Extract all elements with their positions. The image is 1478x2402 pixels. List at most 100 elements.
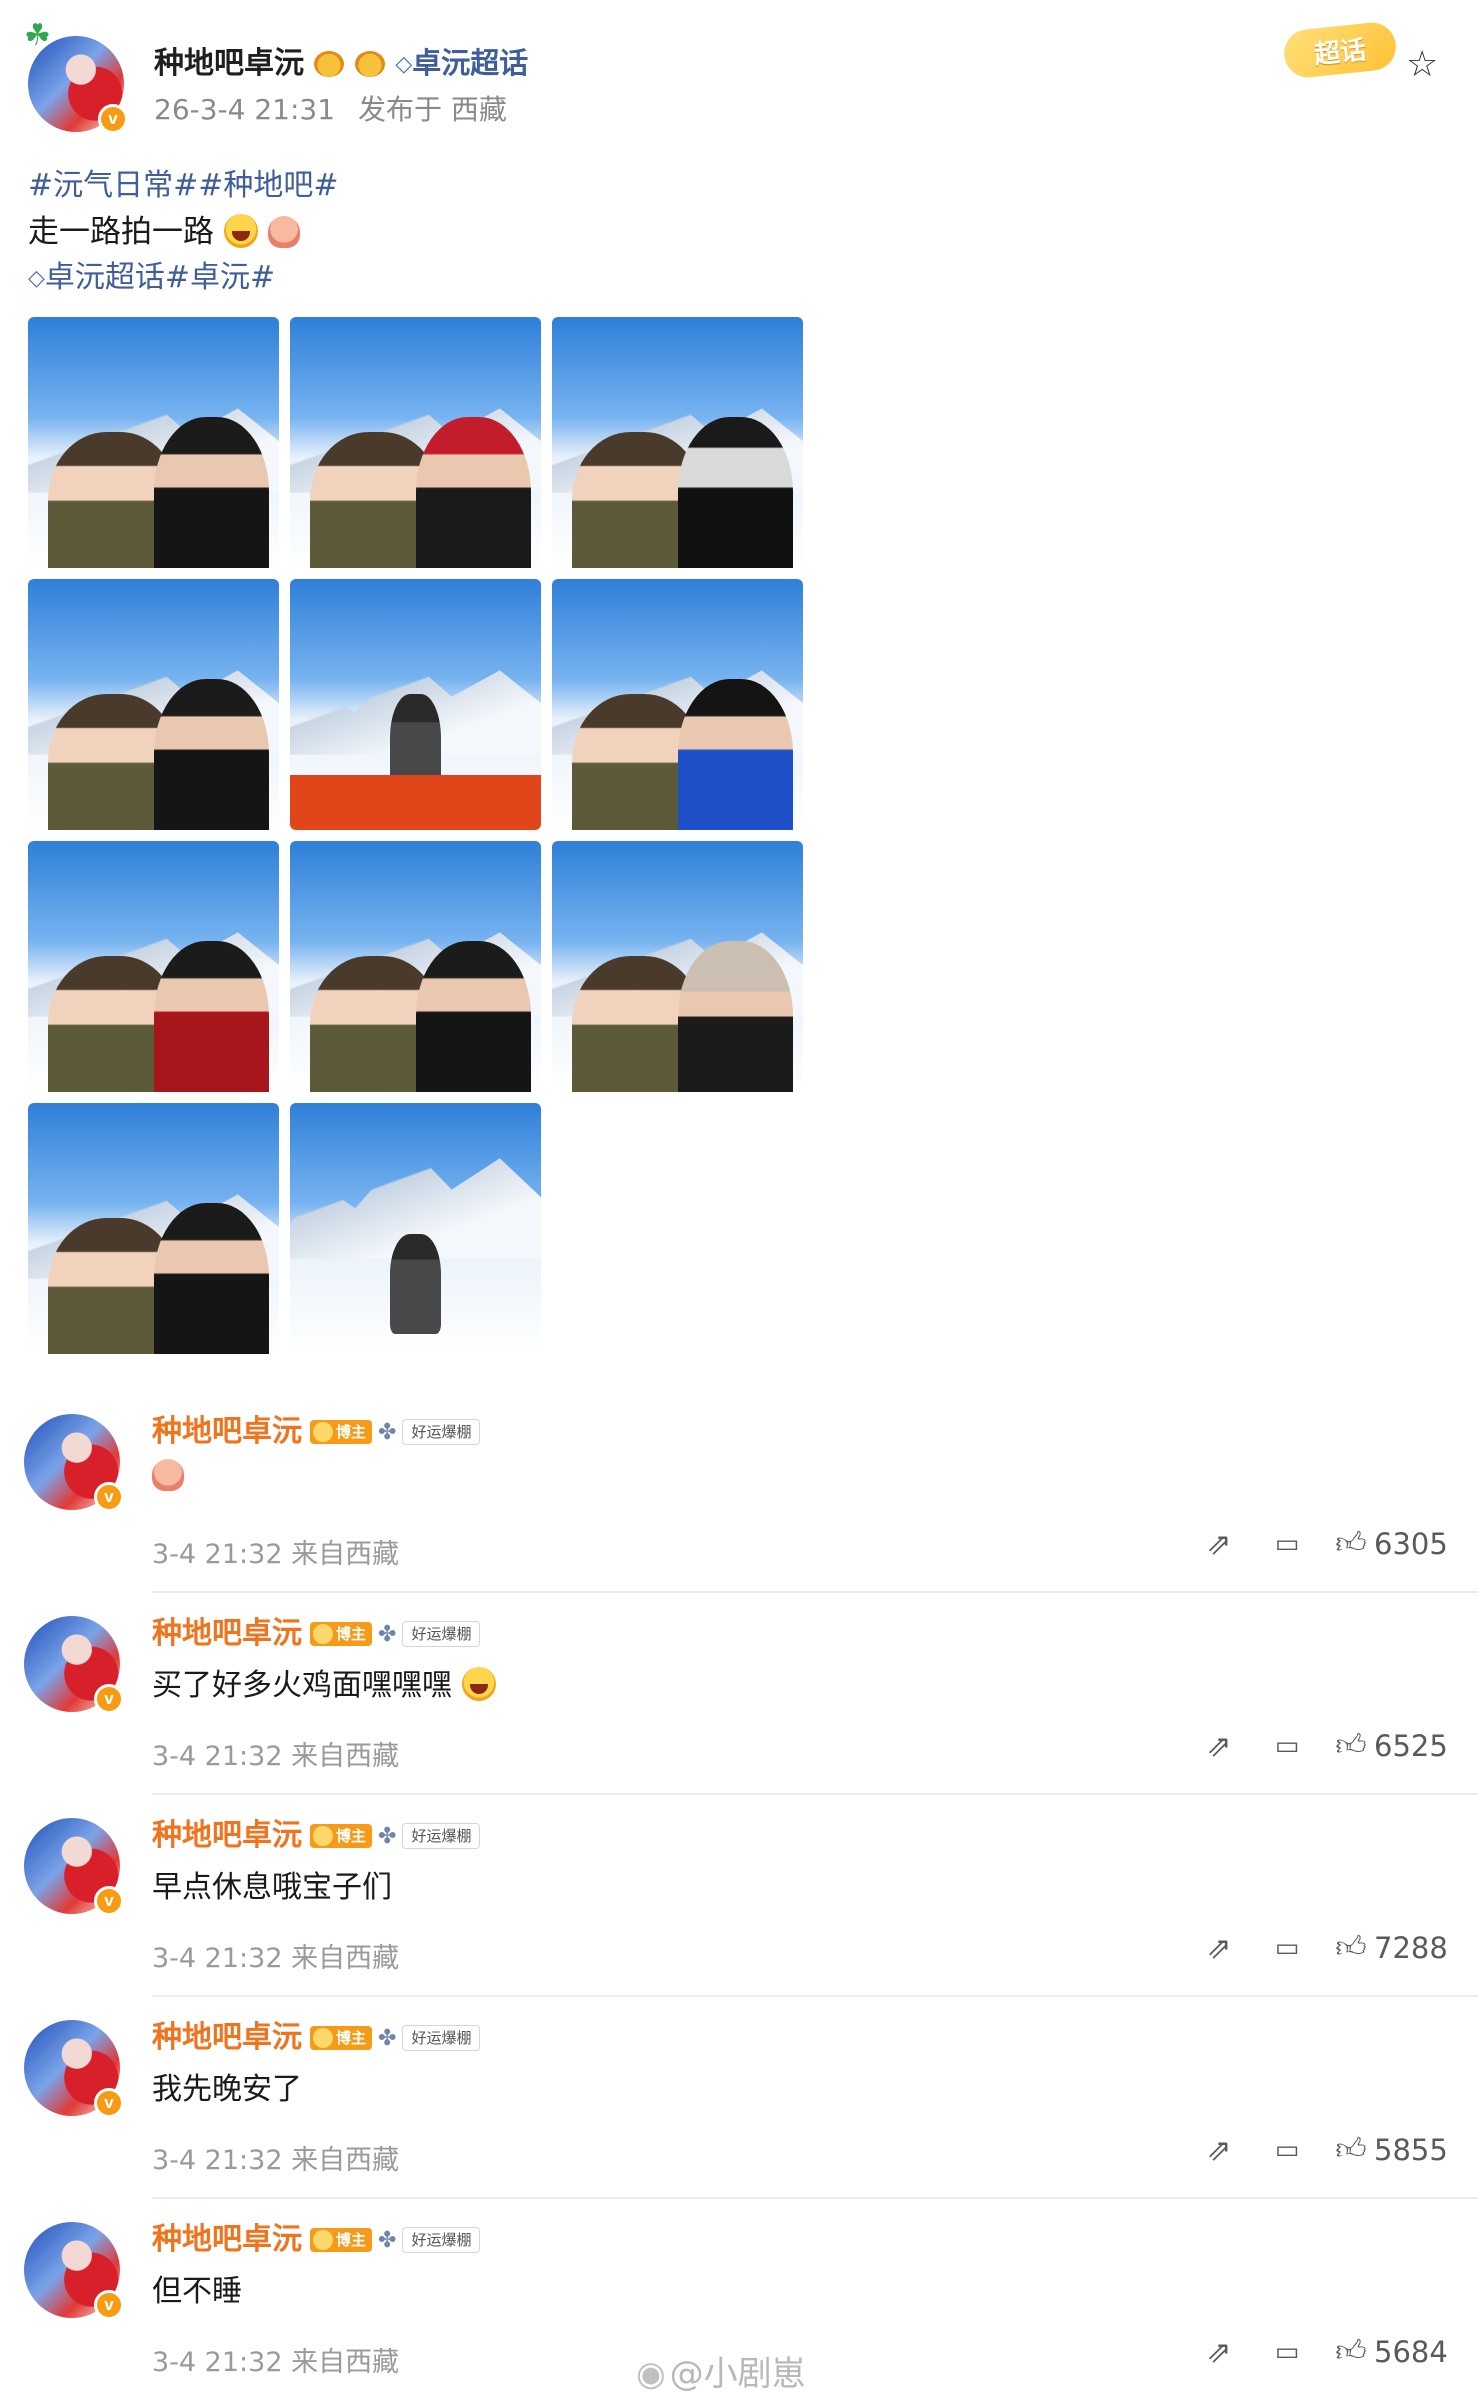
- luck-badge: 好运爆棚: [402, 1621, 481, 1647]
- comment-author-line: 种地吧卓沅 博主 ✤ 好运爆棚: [152, 1406, 481, 1450]
- laugh-emoji-icon: [461, 1667, 496, 1701]
- comment-author-line: 种地吧卓沅 博主 ✤ 好运爆棚: [152, 1608, 481, 1652]
- comment-item: v 种地吧卓沅 博主 ✤ 好运爆棚 3-4 21:32 来自西藏 ⇗ ▭ 👍︎ 630…: [0, 1392, 1478, 1593]
- like-icon[interactable]: 👍︎: [1332, 2334, 1370, 2370]
- like-icon[interactable]: 👍︎: [1332, 1930, 1370, 1966]
- post-topic-line[interactable]: ◇卓沅超话#卓沅#: [28, 252, 275, 296]
- comment-author-name[interactable]: 种地吧卓沅: [152, 1616, 302, 1651]
- super-topic-chip[interactable]: 超话: [1281, 20, 1399, 80]
- comment-text: 早点休息哦宝子们: [152, 1870, 392, 1905]
- comment-actions: ⇗ ▭ 👍︎ 6525: [1196, 1728, 1448, 1764]
- photo-thumbnail-2[interactable]: [290, 317, 541, 568]
- comment-author-name[interactable]: 种地吧卓沅: [152, 1414, 302, 1449]
- comment-author-line: 种地吧卓沅 博主 ✤ 好运爆棚: [152, 2012, 481, 2056]
- octopus-emoji-icon: [267, 216, 300, 248]
- share-icon[interactable]: ⇗: [1196, 1729, 1242, 1764]
- blogger-badge: 博主: [310, 2228, 373, 2252]
- share-icon[interactable]: ⇗: [1196, 2133, 1242, 2168]
- photo-thumbnail-8[interactable]: [290, 841, 541, 1092]
- share-icon[interactable]: ⇗: [1196, 2335, 1242, 2370]
- blogger-badge: 博主: [310, 2026, 373, 2050]
- clover-icon: ✤: [378, 2228, 397, 2253]
- luck-badge: 好运爆棚: [402, 2025, 481, 2051]
- watermark: ◉ @小剧崽: [636, 2346, 806, 2395]
- comment-avatar[interactable]: v: [24, 1818, 124, 1916]
- comment-actions: ⇗ ▭ 👍︎ 7288: [1196, 1930, 1448, 1966]
- comment-location: 来自西藏: [291, 1943, 400, 1974]
- photo-thumbnail-3[interactable]: [552, 317, 803, 568]
- post-time: 26-3-4 21:31: [154, 93, 336, 126]
- comment-author-name[interactable]: 种地吧卓沅: [152, 2222, 302, 2257]
- comment-avatar[interactable]: v: [24, 1414, 124, 1512]
- post-text: 走一路拍一路: [28, 214, 214, 250]
- comment-location: 来自西藏: [291, 1539, 400, 1570]
- comment-avatar[interactable]: v: [24, 2020, 124, 2118]
- post-hashtags[interactable]: #沅气日常##种地吧#: [28, 160, 339, 204]
- comment-meta: 3-4 21:32 来自西藏: [152, 1532, 399, 1571]
- photo-thumbnail-4[interactable]: [28, 579, 279, 830]
- photo-thumbnail-11[interactable]: [290, 1103, 541, 1354]
- comment-actions: ⇗ ▭ 👍︎ 5684: [1196, 2334, 1447, 2370]
- comment-time: 3-4 21:32: [152, 1539, 283, 1570]
- comment-icon[interactable]: ▭: [1264, 2337, 1310, 2367]
- comment-location: 来自西藏: [291, 2347, 400, 2378]
- octopus-emoji-icon: [152, 1459, 184, 1491]
- comment-time: 3-4 21:32: [152, 1741, 283, 1772]
- photo-thumbnail-1[interactable]: [28, 317, 279, 568]
- photo-thumbnail-10[interactable]: [28, 1103, 279, 1354]
- photo-thumbnail-5[interactable]: [290, 579, 541, 830]
- fan-badge-icon: [354, 51, 385, 77]
- comment-author-name[interactable]: 种地吧卓沅: [152, 1818, 302, 1853]
- share-icon[interactable]: ⇗: [1196, 1527, 1242, 1562]
- like-icon[interactable]: 👍︎: [1332, 1728, 1370, 1764]
- clover-icon: ✤: [378, 1824, 397, 1849]
- post-text-line: 走一路拍一路: [28, 206, 300, 251]
- comment-actions: ⇗ ▭ 👍︎ 6305: [1196, 1526, 1447, 1562]
- post-location: 发布于 西藏: [357, 93, 507, 126]
- divider: [152, 1591, 1478, 1593]
- comment-avatar[interactable]: v: [24, 1616, 124, 1714]
- luck-badge: 好运爆棚: [402, 1419, 481, 1445]
- comment-author-line: 种地吧卓沅 博主 ✤ 好运爆棚: [152, 2214, 481, 2258]
- comment-avatar[interactable]: v: [24, 2222, 124, 2320]
- divider: [152, 1995, 1478, 1997]
- comment-location: 来自西藏: [291, 2145, 400, 2176]
- comment-time: 3-4 21:32: [152, 2347, 283, 2378]
- like-icon[interactable]: 👍︎: [1332, 2132, 1370, 2168]
- super-topic-link[interactable]: 卓沅超话: [412, 46, 528, 80]
- comment-icon[interactable]: ▭: [1264, 1933, 1310, 1963]
- comment-time: 3-4 21:32: [152, 1943, 283, 1974]
- comment-text-line: 买了好多火鸡面嘿嘿嘿: [152, 1660, 496, 1704]
- comment-meta: 3-4 21:32 来自西藏: [152, 2340, 399, 2379]
- v-badge-icon: v: [98, 104, 128, 134]
- divider: [152, 1793, 1478, 1795]
- comment-actions: ⇗ ▭ 👍︎ 5855: [1196, 2132, 1448, 2168]
- v-badge-icon: v: [94, 2088, 124, 2118]
- comment-meta: 3-4 21:32 来自西藏: [152, 1734, 399, 1773]
- comment-text: 买了好多火鸡面嘿嘿嘿: [152, 1668, 452, 1703]
- comment-icon[interactable]: ▭: [1264, 1529, 1310, 1559]
- share-icon[interactable]: ⇗: [1196, 1931, 1242, 1966]
- like-count: 7288: [1374, 1931, 1448, 1965]
- v-badge-icon: v: [94, 1886, 124, 1916]
- like-count: 5855: [1374, 2133, 1448, 2167]
- like-count: 6525: [1374, 1729, 1448, 1763]
- star-icon[interactable]: ☆: [1406, 44, 1438, 85]
- photo-thumbnail-6[interactable]: [552, 579, 803, 830]
- clover-icon: ✤: [378, 1622, 397, 1647]
- comment-location: 来自西藏: [291, 1741, 400, 1772]
- photo-thumbnail-7[interactable]: [28, 841, 279, 1092]
- comment-icon[interactable]: ▭: [1264, 2135, 1310, 2165]
- post-author-line: 种地吧卓沅 ◇卓沅超话: [154, 38, 528, 82]
- comment-item: v 种地吧卓沅 博主 ✤ 好运爆棚 早点休息哦宝子们 3-4 21:32 来自西藏 ⇗…: [0, 1796, 1478, 1997]
- post-author-name[interactable]: 种地吧卓沅: [154, 46, 304, 81]
- comment-icon[interactable]: ▭: [1264, 1731, 1310, 1761]
- like-icon[interactable]: 👍︎: [1332, 1526, 1370, 1562]
- comment-author-name[interactable]: 种地吧卓沅: [152, 2020, 302, 2055]
- photo-thumbnail-9[interactable]: [552, 841, 803, 1092]
- clover-icon: ✤: [378, 1420, 397, 1445]
- v-badge-icon: v: [94, 1684, 124, 1714]
- clover-icon: ☘: [24, 18, 51, 53]
- blogger-badge: 博主: [310, 1622, 373, 1646]
- clover-icon: ✤: [378, 2026, 397, 2051]
